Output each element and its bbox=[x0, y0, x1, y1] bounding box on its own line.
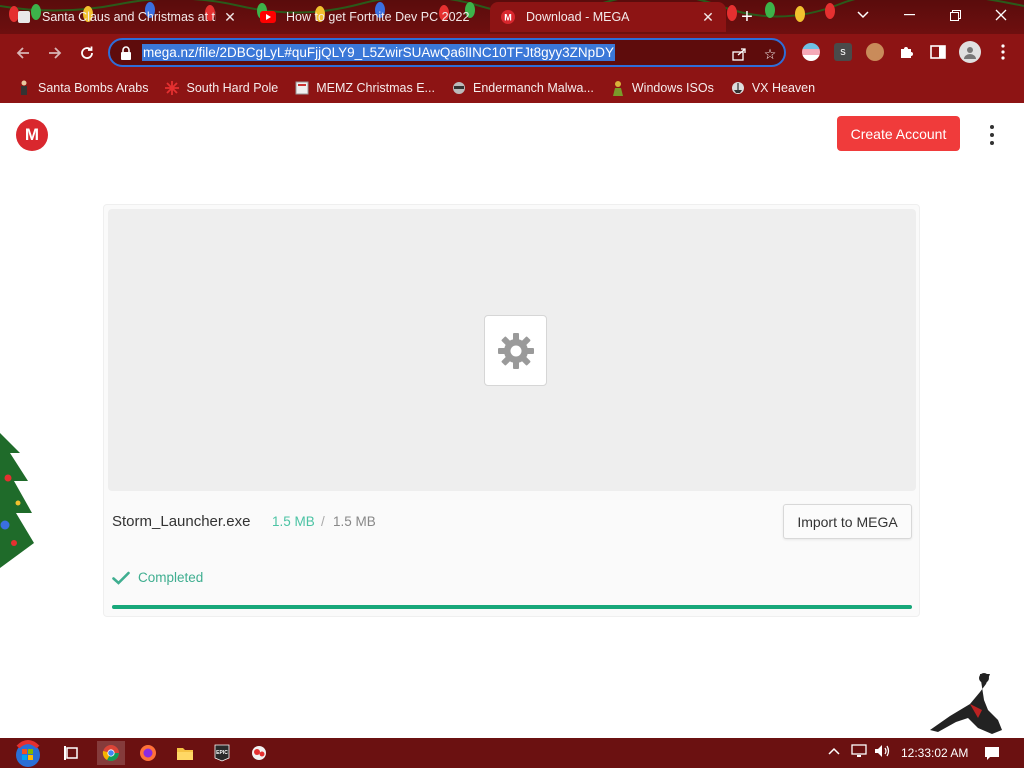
address-bar[interactable]: mega.nz/file/2DBCgLyL#quFjjQLY9_L5ZwirSU… bbox=[108, 38, 786, 67]
svg-text:EPIC: EPIC bbox=[216, 750, 228, 756]
tab-title: How to get Fortnite Dev PC 2022 bbox=[286, 10, 470, 24]
browser-chrome: Santa Claus and Christmas at the ✕ How t… bbox=[0, 0, 1024, 103]
bookmark-windows-isos[interactable]: Windows ISOs bbox=[610, 80, 714, 96]
browser-toolbar: mega.nz/file/2DBCgLyL#quFjjQLY9_L5ZwirSU… bbox=[0, 34, 1024, 72]
app-icon[interactable] bbox=[245, 741, 273, 765]
checkmark-icon bbox=[112, 571, 130, 585]
downloaded-size: 1.5 MB bbox=[272, 514, 315, 529]
start-button[interactable] bbox=[8, 738, 48, 768]
firefox-icon[interactable] bbox=[134, 741, 162, 765]
progress-fill bbox=[112, 605, 912, 609]
page-icon bbox=[16, 9, 32, 25]
tab-download-mega[interactable]: M Download - MEGA ✕ bbox=[490, 2, 726, 32]
christmas-tree-decoration bbox=[0, 433, 34, 568]
download-status: Completed bbox=[138, 570, 204, 585]
download-progress-bar bbox=[112, 605, 912, 609]
tab-strip: Santa Claus and Christmas at the ✕ How t… bbox=[0, 0, 1024, 34]
bookmark-label: Endermanch Malwa... bbox=[472, 80, 594, 95]
bookmark-endermanch[interactable]: Endermanch Malwa... bbox=[451, 80, 594, 96]
mega-download-page: M Create Account Storm_Launcher.exe 1.5 … bbox=[0, 103, 1024, 738]
file-card: Storm_Launcher.exe 1.5 MB / 1.5 MB Impor… bbox=[103, 204, 920, 617]
mega-icon: M bbox=[500, 9, 516, 25]
action-center-icon[interactable] bbox=[982, 744, 1002, 762]
file-name: Storm_Launcher.exe bbox=[112, 513, 251, 530]
network-icon[interactable] bbox=[851, 744, 867, 761]
create-account-button[interactable]: Create Account bbox=[837, 116, 960, 151]
extension-flag-icon[interactable] bbox=[802, 43, 820, 61]
close-icon[interactable]: ✕ bbox=[700, 9, 716, 25]
raccoon-icon bbox=[451, 80, 467, 96]
bookmark-label: Windows ISOs bbox=[631, 80, 714, 95]
extension-s-icon[interactable]: s bbox=[834, 43, 852, 61]
import-to-mega-button[interactable]: Import to MEGA bbox=[783, 504, 912, 539]
tab-fortnite[interactable]: How to get Fortnite Dev PC 2022 bbox=[250, 2, 488, 32]
side-panel-icon[interactable] bbox=[929, 43, 947, 61]
reload-button[interactable] bbox=[74, 40, 100, 66]
file-explorer-icon[interactable] bbox=[171, 741, 199, 765]
lock-icon[interactable] bbox=[120, 45, 134, 60]
browser-menu-icon[interactable] bbox=[994, 43, 1012, 61]
task-view-icon[interactable] bbox=[58, 741, 86, 765]
minimize-button[interactable] bbox=[886, 0, 932, 30]
page-icon bbox=[294, 80, 310, 96]
more-options-icon[interactable] bbox=[984, 123, 1000, 147]
person-icon bbox=[610, 80, 626, 96]
restore-button[interactable] bbox=[932, 0, 978, 30]
bookmarks-bar: Santa Bombs Arabs South Hard Pole MEMZ C… bbox=[0, 72, 1024, 103]
extension-face-icon[interactable] bbox=[866, 43, 884, 61]
bookmark-santa-bombs[interactable]: Santa Bombs Arabs bbox=[16, 80, 148, 96]
bookmark-label: Santa Bombs Arabs bbox=[38, 80, 149, 95]
bookmark-memz[interactable]: MEMZ Christmas E... bbox=[294, 80, 435, 96]
ship-icon bbox=[730, 80, 746, 96]
show-hidden-icons[interactable] bbox=[828, 744, 840, 759]
extensions-puzzle-icon[interactable] bbox=[897, 43, 915, 61]
bookmark-star-icon[interactable]: ☆ bbox=[761, 45, 779, 63]
profile-avatar-icon[interactable] bbox=[959, 41, 981, 63]
snowflake-icon bbox=[164, 80, 180, 96]
tab-search-icon[interactable] bbox=[840, 0, 886, 30]
bookmark-vx-heaven[interactable]: VX Heaven bbox=[730, 80, 815, 96]
gear-icon bbox=[497, 332, 534, 369]
mega-logo[interactable]: M bbox=[16, 119, 48, 151]
volume-icon[interactable] bbox=[874, 744, 892, 761]
close-window-button[interactable] bbox=[978, 0, 1024, 30]
tab-title: Santa Claus and Christmas at the bbox=[42, 10, 216, 24]
total-size: 1.5 MB bbox=[333, 514, 376, 529]
file-type-thumbnail bbox=[484, 315, 547, 386]
system-clock[interactable]: 12:33:02 AM bbox=[901, 746, 968, 760]
bookmark-label: South Hard Pole bbox=[186, 80, 279, 95]
bookmark-label: VX Heaven bbox=[751, 80, 816, 95]
svg-text:M: M bbox=[504, 13, 512, 23]
share-icon[interactable] bbox=[730, 45, 748, 63]
youtube-icon bbox=[260, 9, 276, 25]
forward-button[interactable] bbox=[42, 40, 68, 66]
close-icon[interactable]: ✕ bbox=[222, 9, 238, 25]
figure-icon bbox=[16, 80, 32, 96]
epic-games-icon[interactable]: EPIC bbox=[208, 741, 236, 765]
tab-santa-claus[interactable]: Santa Claus and Christmas at the ✕ bbox=[6, 2, 248, 32]
bookmark-south-hard-pole[interactable]: South Hard Pole bbox=[164, 80, 278, 96]
dancing-figure-decoration bbox=[930, 673, 1002, 734]
tab-title: Download - MEGA bbox=[526, 10, 630, 24]
chrome-icon[interactable] bbox=[97, 741, 125, 765]
size-separator: / bbox=[321, 514, 325, 529]
file-preview-area bbox=[108, 209, 916, 491]
windows-taskbar: EPIC 12:33:02 AM bbox=[0, 738, 1024, 768]
back-button[interactable] bbox=[10, 40, 36, 66]
bookmark-label: MEMZ Christmas E... bbox=[316, 80, 435, 95]
new-tab-button[interactable]: + bbox=[736, 6, 758, 28]
url-text[interactable]: mega.nz/file/2DBCgLyL#quFjjQLY9_L5ZwirSU… bbox=[142, 44, 615, 61]
